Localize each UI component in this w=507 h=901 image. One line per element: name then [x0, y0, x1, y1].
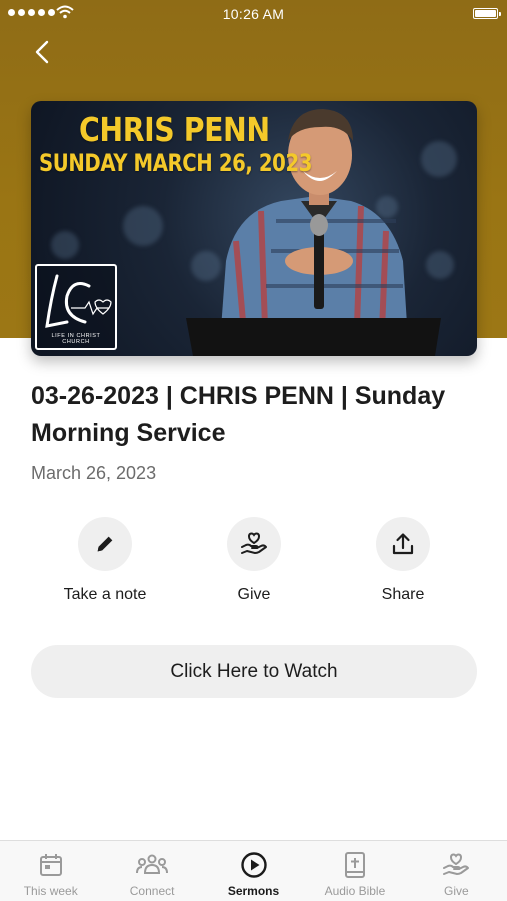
give-label: Give — [237, 586, 271, 603]
tab-connect-label: Connect — [129, 884, 175, 898]
bible-icon — [344, 852, 365, 878]
chevron-left-icon — [35, 40, 49, 64]
status-bar: 10:26 AM — [0, 0, 507, 28]
give-icon-circle[interactable] — [227, 517, 281, 571]
heart-hand-icon — [443, 853, 470, 875]
tab-audio-bible[interactable]: Audio Bible — [304, 841, 405, 901]
status-time: 10:26 AM — [222, 6, 285, 22]
share-icon-circle[interactable] — [376, 517, 430, 571]
play-circle-icon — [240, 852, 267, 878]
sermon-date: March 26, 2023 — [31, 463, 157, 483]
people-icon — [136, 854, 169, 874]
share-button[interactable]: Share — [343, 517, 463, 604]
tab-sermons-label: Sermons — [227, 884, 280, 898]
share-icon — [392, 533, 414, 555]
poster-speaker: CHRIS PENN — [79, 110, 270, 149]
church-logo-mark — [45, 274, 112, 328]
heart-hand-icon — [241, 532, 267, 554]
share-label: Share — [381, 586, 425, 603]
poster-date: SUNDAY MARCH 26, 2023 — [39, 149, 313, 177]
sermon-thumbnail[interactable]: CHRIS PENN SUNDAY MARCH 26, 2023 LIFE IN… — [31, 101, 477, 356]
take-note-icon-circle[interactable] — [78, 517, 132, 571]
battery-icon — [473, 8, 501, 19]
tab-this-week[interactable]: This week — [0, 841, 101, 901]
church-logo: LIFE IN CHRIST CHURCH — [35, 264, 117, 350]
tab-give[interactable]: Give — [406, 841, 507, 901]
back-button[interactable] — [26, 36, 58, 68]
tab-bar: This week Connect Sermons Audio Bible Gi… — [0, 840, 507, 901]
church-logo-caption: LIFE IN CHRIST CHURCH — [51, 333, 101, 345]
tab-this-week-label: This week — [23, 884, 78, 898]
watch-button[interactable]: Click Here to Watch — [31, 645, 477, 698]
take-note-button[interactable]: Take a note — [45, 517, 165, 604]
tab-sermons[interactable]: Sermons — [203, 841, 304, 901]
take-note-label: Take a note — [63, 586, 147, 603]
pencil-icon — [97, 536, 113, 552]
calendar-icon — [39, 854, 62, 876]
give-button[interactable]: Give — [194, 517, 314, 604]
tab-give-label: Give — [443, 884, 469, 898]
sermon-title: 03-26-2023 | CHRIS PENN | Sunday Morning… — [31, 382, 446, 447]
tab-connect[interactable]: Connect — [101, 841, 202, 901]
tab-audio-bible-label: Audio Bible — [324, 884, 386, 898]
poster-text: CHRIS PENN SUNDAY MARCH 26, 2023 — [39, 110, 372, 175]
